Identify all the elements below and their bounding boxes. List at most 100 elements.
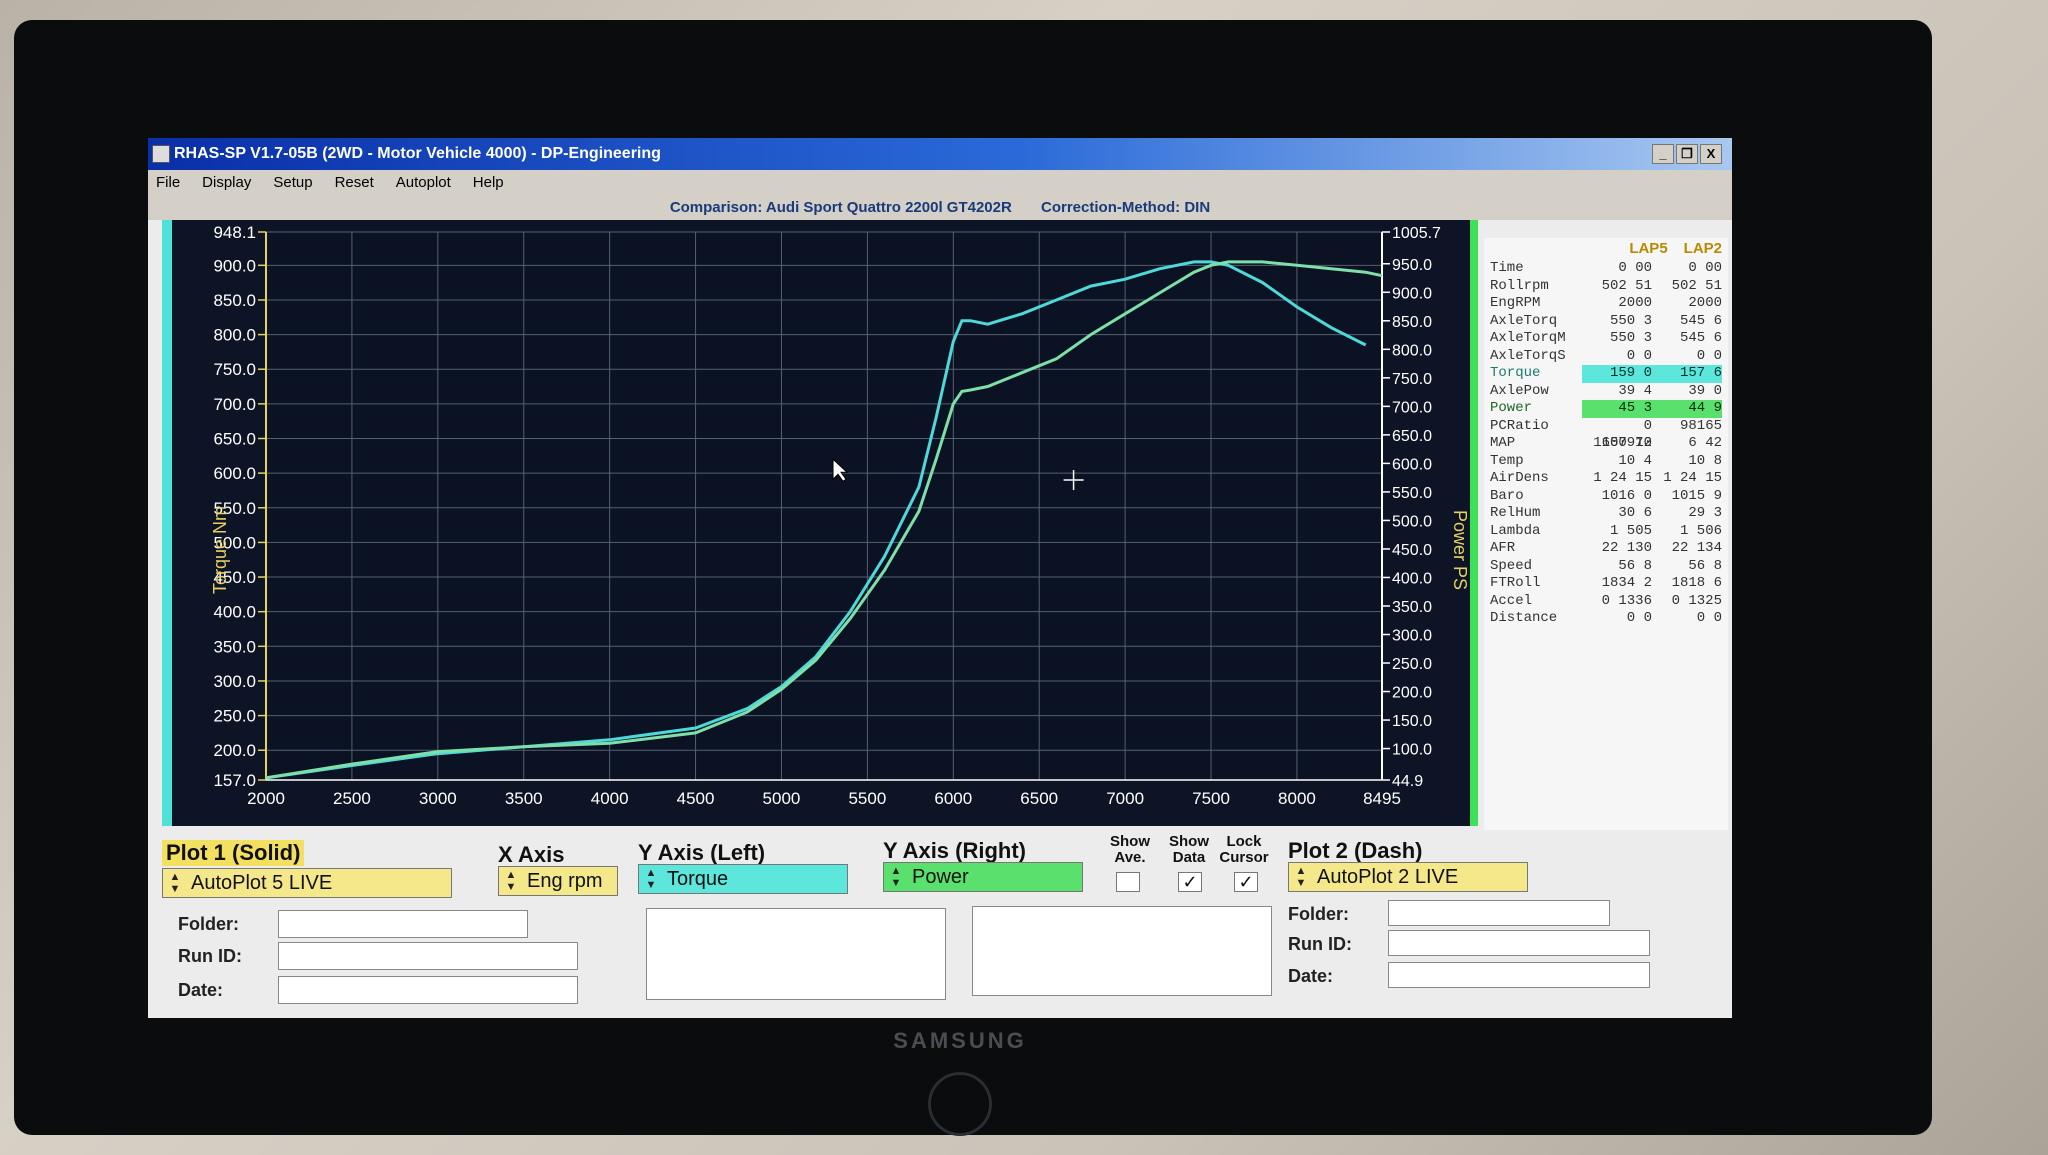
data-panel-lap5-value: 550 3 xyxy=(1609,330,1652,346)
data-panel-lap2-value: 545 6 xyxy=(1679,330,1722,346)
plot-background xyxy=(266,232,1382,780)
menu-reset[interactable]: Reset xyxy=(335,170,374,196)
data-panel-lap2-value: 1 24 15 xyxy=(1663,470,1722,486)
correction-method: Correction-Method: DIN xyxy=(1041,199,1211,216)
x-tick-label: 8000 xyxy=(1278,789,1316,808)
y-right-tick-label: 950.0 xyxy=(1392,257,1432,274)
y-left-tick-label: 157.0 xyxy=(213,771,256,790)
data-panel-label: FTRoll xyxy=(1490,575,1541,591)
data-panel-lap2-value: 39 0 xyxy=(1688,382,1722,399)
plot1-spinner-icon[interactable]: ▲ ▼ xyxy=(165,871,185,895)
show-data-label: Show Data xyxy=(1169,833,1209,866)
lock-cursor-checkbox[interactable]: ✓ xyxy=(1234,872,1258,892)
x-tick-label: 8495 xyxy=(1363,789,1401,808)
data-panel-lap5-value: 1 505 xyxy=(1609,522,1652,539)
plot2-select[interactable]: ▲ ▼ AutoPlot 2 LIVE xyxy=(1288,862,1528,892)
data-panel-row: AxleTorq 550 3 545 6 xyxy=(1484,313,1728,331)
x-tick-label: 2000 xyxy=(247,789,285,808)
y-left-tick-label: 600.0 xyxy=(213,464,256,483)
plot1-date-field[interactable] xyxy=(278,976,578,1004)
data-panel-lap2-value: 1818 6 xyxy=(1671,575,1722,591)
close-button[interactable]: X xyxy=(1700,144,1722,164)
show-data-checkbox[interactable]: ✓ xyxy=(1178,872,1202,892)
show-ave-checkbox[interactable] xyxy=(1116,872,1140,892)
x-tick-label: 2500 xyxy=(333,789,371,808)
menu-file[interactable]: File xyxy=(156,170,180,196)
plot2-runid-field[interactable] xyxy=(1388,930,1650,956)
data-panel-lap2-value: 0 1325 xyxy=(1671,592,1722,609)
y-left-tick-label: 650.0 xyxy=(213,429,256,448)
x-tick-label: 6500 xyxy=(1020,789,1058,808)
y-axis-left-select[interactable]: ▲ ▼ Torque xyxy=(638,864,848,894)
restore-button[interactable]: ❐ xyxy=(1676,144,1698,164)
y-axis-right-select[interactable]: ▲ ▼ Power xyxy=(883,862,1083,892)
data-panel-label: PCRatio xyxy=(1490,417,1549,434)
data-panel-lap2-value: 56 8 xyxy=(1688,557,1722,574)
plot2-runid-label: Run ID: xyxy=(1288,934,1352,954)
data-panel-lap5-value: 39 4 xyxy=(1618,382,1652,399)
x-tick-label: 5000 xyxy=(763,789,801,808)
monitor-power-button[interactable] xyxy=(928,1072,992,1136)
data-panel-label: Speed xyxy=(1490,557,1533,574)
plot1-folder-field[interactable] xyxy=(278,910,528,938)
menu-setup[interactable]: Setup xyxy=(273,170,312,196)
x-tick-label: 3500 xyxy=(505,789,543,808)
header-lap2: LAP2 xyxy=(1683,240,1722,257)
x-axis-select[interactable]: ▲ ▼ Eng rpm xyxy=(498,866,618,896)
y-left-tick-label: 800.0 xyxy=(213,326,256,345)
y-right-tick-label: 600.0 xyxy=(1392,456,1432,473)
y-left-spinner-icon[interactable]: ▲ ▼ xyxy=(641,867,661,891)
data-panel-row: Accel 0 1336 0 1325 xyxy=(1484,593,1728,611)
menu-display[interactable]: Display xyxy=(202,170,251,196)
dyno-chart-area[interactable]: 2000 2500 3000 3500 4000 4500 5000 5500 6000 6500… xyxy=(162,220,1478,826)
x-axis-label: X Axis xyxy=(498,842,565,867)
data-panel-lap5-value: 0 0 xyxy=(1626,610,1652,626)
data-panel-lap2-value: 2000 xyxy=(1688,295,1722,311)
data-panel-lap2-value: 1 506 xyxy=(1679,522,1722,539)
menu-help[interactable]: Help xyxy=(473,170,504,196)
data-panel-row: AirDens 1 24 15 1 24 15 xyxy=(1484,470,1728,488)
data-panel-label: AxleTorqS xyxy=(1490,347,1566,364)
notes-box-left[interactable] xyxy=(646,908,946,1000)
plot1-select[interactable]: ▲ ▼ AutoPlot 5 LIVE xyxy=(162,868,452,898)
y-right-tick-label: 450.0 xyxy=(1392,542,1432,559)
data-panel-lap5-value: 30 6 xyxy=(1618,505,1652,521)
x-axis-spinner-icon[interactable]: ▲ ▼ xyxy=(501,869,521,893)
menu-autoplot[interactable]: Autoplot xyxy=(396,170,451,196)
data-panel-lap2-value: 98165 xyxy=(1679,417,1722,434)
data-panel-lap2-value: 0 00 xyxy=(1688,260,1722,276)
data-panel-label: Rollrpm xyxy=(1490,277,1549,294)
data-panel-row: AFR 22 130 22 134 xyxy=(1484,540,1728,558)
y-left-tick-label: 700.0 xyxy=(213,395,256,414)
y-right-spinner-icon[interactable]: ▲ ▼ xyxy=(886,865,906,889)
data-panel-label: AxleTorqM xyxy=(1490,330,1566,346)
data-panel-label: Distance xyxy=(1490,610,1558,626)
plot2-date-label: Date: xyxy=(1288,966,1334,986)
data-panel-row: MAP 107 72 6 42 xyxy=(1484,435,1728,453)
data-panel-lap2-value: 22 134 xyxy=(1671,540,1722,556)
x-tick-label: 3000 xyxy=(419,789,457,808)
minimize-button[interactable]: _ xyxy=(1652,144,1674,164)
y-right-tick-label: 800.0 xyxy=(1392,342,1432,359)
y-left-tick-label: 900.0 xyxy=(213,256,256,275)
data-panel-row: Rollrpm 502 51 502 51 xyxy=(1484,278,1728,296)
show-ave-label: Show Ave. xyxy=(1110,833,1150,866)
y-left-tick-label: 300.0 xyxy=(213,672,256,691)
data-panel-label: Baro xyxy=(1490,487,1524,504)
plot2-folder-field[interactable] xyxy=(1388,900,1610,926)
app-icon xyxy=(152,145,170,163)
data-panel-lap5-value: 45 3 xyxy=(1582,400,1652,418)
window-title: RHAS-SP V1.7-05B (2WD - Motor Vehicle 40… xyxy=(174,145,661,162)
dyno-chart[interactable]: 2000 2500 3000 3500 4000 4500 5000 5500 6000 6500… xyxy=(170,220,1470,826)
data-panel-lap5-value: 56 8 xyxy=(1618,557,1652,574)
plot2-date-field[interactable] xyxy=(1388,962,1650,988)
title-bar: RHAS-SP V1.7-05B (2WD - Motor Vehicle 40… xyxy=(148,138,1732,170)
plot1-runid-field[interactable] xyxy=(278,942,578,970)
header-lap5: LAP5 xyxy=(1629,240,1668,257)
data-panel-lap5-value: 1016 0 xyxy=(1601,487,1652,504)
plot1-runid-label: Run ID: xyxy=(178,946,242,966)
data-panel-label: Accel xyxy=(1490,592,1533,609)
data-panel-lap5-value: 0 00 xyxy=(1618,260,1652,276)
plot2-spinner-icon[interactable]: ▲ ▼ xyxy=(1291,865,1311,889)
notes-box-right[interactable] xyxy=(972,906,1272,996)
